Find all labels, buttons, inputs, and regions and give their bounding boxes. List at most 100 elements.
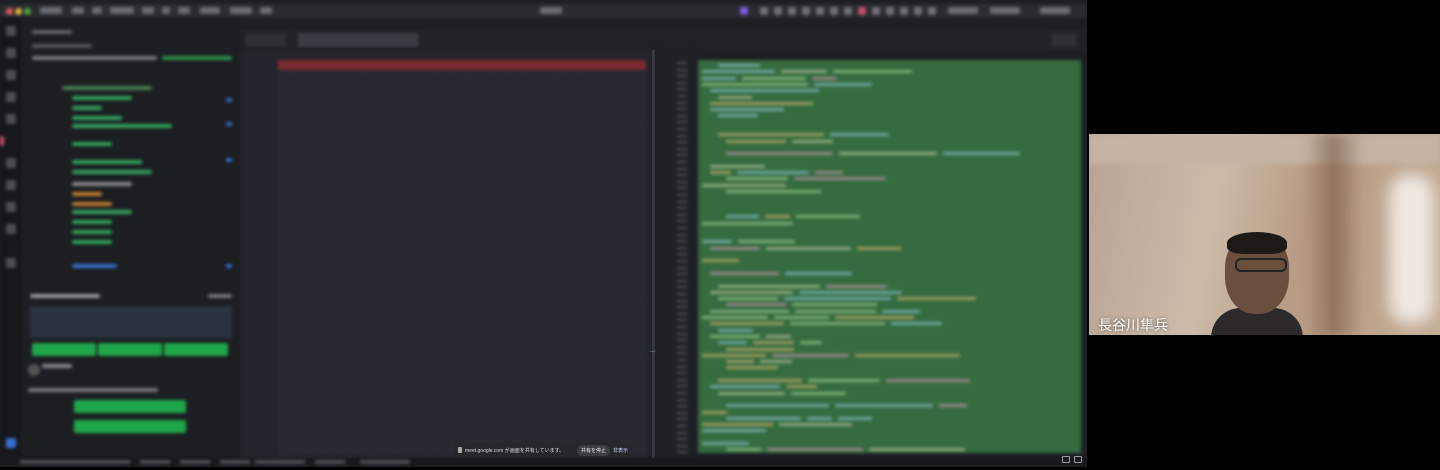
line-number	[677, 128, 687, 130]
code-line	[781, 70, 827, 74]
code-line	[702, 76, 737, 80]
code-line	[726, 152, 834, 156]
code-line	[791, 139, 833, 143]
line-number	[677, 75, 687, 78]
code-line	[835, 404, 933, 408]
code-line	[767, 448, 863, 452]
line-number	[677, 207, 687, 210]
code-line	[737, 240, 796, 244]
code-line	[726, 190, 821, 193]
close-dot-icon	[6, 8, 13, 15]
code-line	[710, 334, 760, 338]
participant-video	[1211, 232, 1303, 335]
line-number	[677, 95, 687, 97]
code-line	[718, 328, 753, 332]
code-line	[772, 353, 849, 357]
line-number	[677, 154, 687, 157]
line-number	[677, 411, 687, 414]
code-line	[710, 309, 790, 313]
line-number	[677, 405, 687, 408]
code-line	[710, 89, 819, 93]
code-line	[882, 309, 921, 313]
code-line	[774, 316, 830, 319]
code-line	[710, 246, 761, 250]
code-line	[726, 347, 795, 351]
line-number	[677, 392, 687, 394]
line-number	[677, 352, 687, 355]
line-number	[677, 345, 687, 348]
code-line	[710, 290, 794, 294]
screen-share-notice: meet.google.com が画面を共有しています。 共有を停止 非表示	[454, 442, 632, 458]
code-line	[710, 108, 785, 112]
line-number	[677, 273, 687, 276]
line-number	[677, 306, 687, 309]
code-line	[702, 183, 786, 187]
code-line	[794, 177, 886, 181]
code-line	[710, 385, 781, 389]
line-number	[677, 68, 687, 71]
line-number	[677, 339, 687, 342]
pin-icon[interactable]	[1062, 456, 1070, 463]
code-line	[710, 101, 814, 105]
code-line	[759, 360, 792, 364]
line-number	[677, 180, 687, 183]
line-number	[677, 260, 687, 262]
code-line	[789, 322, 885, 326]
line-number	[677, 200, 687, 203]
line-number	[677, 279, 687, 282]
line-number	[677, 372, 687, 375]
minimize-dot-icon	[15, 8, 22, 15]
line-number	[677, 438, 687, 441]
line-number	[677, 385, 687, 388]
code-line	[702, 221, 794, 225]
code-line	[815, 171, 844, 175]
code-line	[832, 70, 912, 74]
line-number	[677, 81, 687, 84]
line-number	[677, 240, 687, 243]
code-line	[807, 416, 832, 420]
activity-bar	[0, 18, 22, 458]
code-line	[702, 82, 808, 86]
line-number	[677, 326, 687, 328]
line-number	[677, 319, 687, 322]
code-line	[718, 391, 786, 395]
line-number	[677, 121, 687, 124]
line-number	[677, 293, 687, 295]
hide-notice-button[interactable]: 非表示	[613, 447, 628, 454]
code-line	[718, 379, 802, 382]
code-line	[779, 423, 852, 427]
code-line	[868, 448, 966, 452]
line-number	[677, 220, 687, 223]
stop-sharing-button[interactable]: 共有を停止	[576, 444, 610, 456]
code-line	[766, 246, 851, 250]
line-number	[677, 359, 687, 361]
code-line	[726, 360, 754, 364]
code-line	[897, 297, 976, 301]
code-line	[726, 177, 789, 181]
editor-left-pane	[240, 50, 652, 458]
zoom-dot-icon	[24, 8, 31, 15]
line-number	[677, 431, 687, 434]
code-line	[938, 404, 967, 408]
code-line	[702, 240, 732, 244]
code-line	[702, 259, 739, 263]
code-line	[835, 316, 915, 319]
code-line	[856, 246, 902, 250]
line-number	[677, 227, 687, 229]
code-line	[726, 416, 802, 420]
line-number	[677, 167, 687, 170]
code-line	[807, 379, 881, 382]
code-line	[791, 303, 877, 307]
code-line	[799, 290, 902, 294]
line-number	[677, 108, 687, 111]
line-number	[677, 418, 687, 421]
participant-video-tile[interactable]: 長谷川隼兵	[1089, 134, 1440, 335]
line-number	[677, 266, 687, 269]
code-line	[726, 139, 786, 143]
code-line	[702, 410, 727, 414]
share-notice-text: meet.google.com が画面を共有しています。	[465, 447, 565, 454]
code-line	[710, 271, 779, 275]
code-line	[726, 303, 786, 307]
line-number	[677, 286, 687, 289]
expand-icon[interactable]	[1074, 456, 1082, 463]
